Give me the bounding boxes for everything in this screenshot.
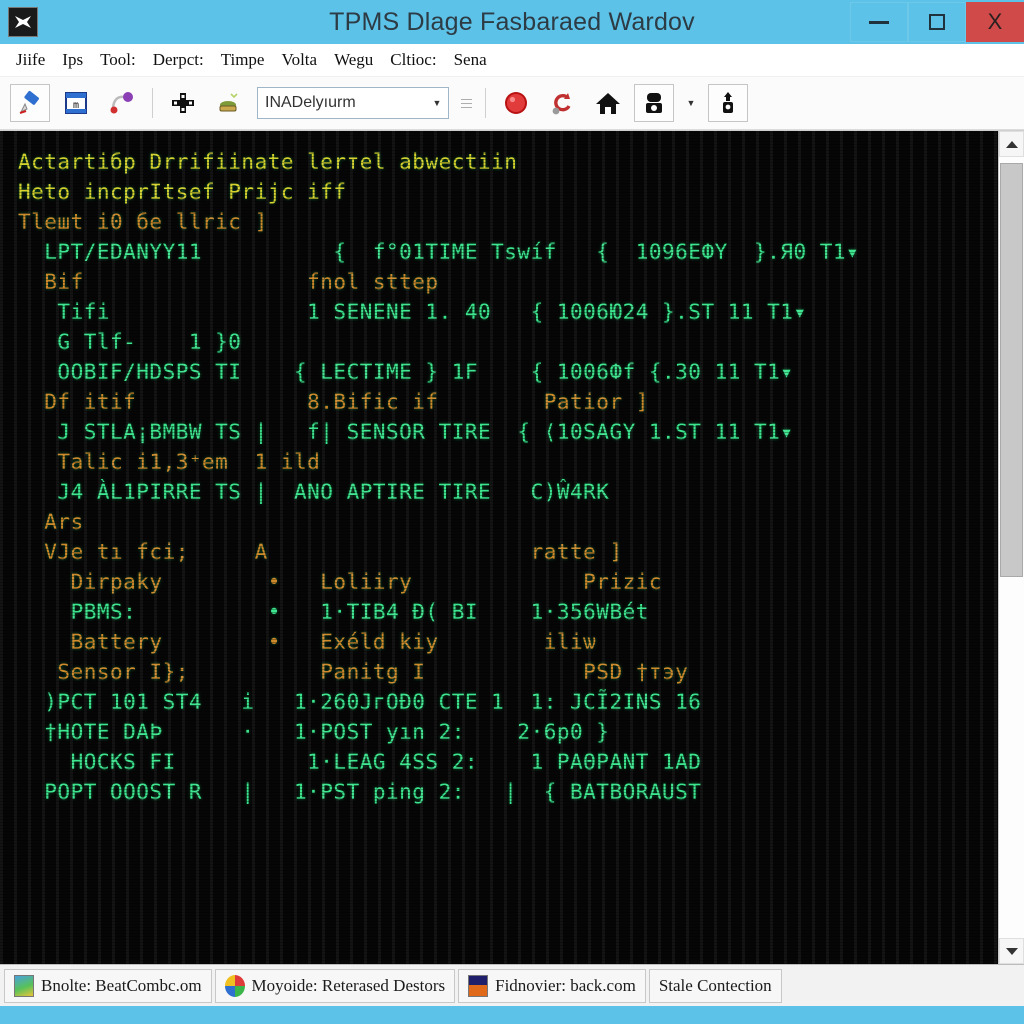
profile-combobox[interactable]: INADelyıurm ▼ bbox=[257, 87, 449, 119]
minimize-button[interactable] bbox=[850, 2, 908, 42]
menu-item-timpe[interactable]: Timpe bbox=[221, 50, 265, 70]
terminal-line: LPT/EDANYY11 { f°01TIME Tswíf { 1096EФY … bbox=[18, 240, 860, 264]
status-bar: Bnolte: BeatCombc.om Moyoide: Reterased … bbox=[0, 964, 1024, 1006]
chevron-up-icon bbox=[1005, 140, 1018, 148]
browser-icon bbox=[224, 974, 245, 997]
menu-bar: Jiife Ips Tool: Derpct: Timpe Volta Wegu… bbox=[0, 44, 1024, 77]
terminal-line: G Tlf- 1 }0 bbox=[18, 330, 242, 354]
menu-item-wegu[interactable]: Wegu bbox=[334, 50, 373, 70]
menu-item-ips[interactable]: Ips bbox=[62, 50, 83, 70]
media-icon bbox=[468, 974, 489, 997]
device-read-button[interactable] bbox=[634, 84, 674, 122]
image-viewer-icon bbox=[14, 974, 34, 997]
terminal-line: Battery • Exéld kiy iliѡ bbox=[18, 630, 597, 654]
scroll-up-button[interactable] bbox=[999, 131, 1024, 157]
terminal-line: J4 ÀL1PIRRE TS | ANO APTIRE TIRE С)Ŵ4RK bbox=[18, 480, 610, 504]
close-icon: X bbox=[987, 9, 1003, 34]
terminal-line: PBMS: • 1·TIB4 Đ( BI 1·356WBét bbox=[18, 600, 649, 624]
terminal-line: OOBIF/HDSPS TI { LECTIME } 1F { 1006Фf {… bbox=[18, 360, 794, 384]
taskbar-item-fidnovier[interactable]: Fidnovier: back.com bbox=[458, 968, 646, 1003]
terminal-line: Tifi 1 SENENE 1. 40 { 1006Ю24 }.ST 11 T1… bbox=[18, 300, 807, 324]
terminal-line: HOCKS FI 1·LEAG 4SS 2: 1 PAΘPANT 1AD bbox=[18, 750, 702, 774]
terminal-line: †HOTE DAÞ · 1·POST yın 2: 2·6р0 } bbox=[18, 720, 610, 744]
window-controls: X bbox=[850, 2, 1024, 42]
table-view-button[interactable]: m bbox=[56, 84, 96, 122]
taskbar-item-label: Moyoide: Reterased Destors bbox=[251, 975, 446, 995]
terminal-line: Dirpaky • Loliiry Prizic bbox=[18, 570, 663, 594]
svg-text:m: m bbox=[73, 100, 79, 111]
menu-item-cltioc[interactable]: Cltioc: bbox=[390, 50, 436, 70]
menu-item-derpct[interactable]: Derpct: bbox=[153, 50, 204, 70]
menu-item-sena[interactable]: Sena bbox=[454, 50, 487, 70]
content-area: Actartiбp Drrifiinate lerтel abwectiin H… bbox=[0, 130, 1024, 964]
scrollbar-track[interactable] bbox=[999, 157, 1024, 938]
spinner-line bbox=[460, 98, 472, 100]
maximize-icon bbox=[929, 14, 945, 30]
menu-item-volta[interactable]: Volta bbox=[281, 50, 317, 70]
taskbar-item-label: Stale Contection bbox=[658, 975, 772, 995]
terminal-output[interactable]: Actartiбp Drrifiinate lerтel abwectiin H… bbox=[0, 131, 998, 964]
application-window: TPMS Dlage Fasbaraed Wardov X Jiife Ips … bbox=[0, 0, 1024, 1024]
terminal-line: Df itif 8.Bific if Patior ] bbox=[18, 390, 649, 414]
record-stop-button[interactable] bbox=[496, 84, 536, 122]
window-footer-strip bbox=[0, 1006, 1024, 1024]
scrollbar-thumb[interactable] bbox=[1000, 163, 1023, 577]
terminal-line: Sensor I}; Panitg I PSD †тэy bbox=[18, 660, 689, 684]
toolbar-separator-2 bbox=[485, 88, 486, 118]
vertical-scrollbar[interactable] bbox=[998, 131, 1024, 964]
minimize-icon bbox=[869, 20, 889, 24]
taskbar-item-stale-contection[interactable]: Stale Contection bbox=[648, 968, 782, 1003]
spinner-line bbox=[460, 102, 472, 104]
terminal-line: J STLA¡BMBW TS | f| SENSOR TIRE { ⟨10ЅAG… bbox=[18, 420, 794, 444]
pen-tool-button[interactable] bbox=[10, 84, 50, 122]
menu-item-jiife[interactable]: Jiife bbox=[16, 50, 45, 70]
terminal-line: Ars bbox=[18, 510, 84, 534]
terminal-line: Heto incprItsеf Prijc iff bbox=[18, 180, 347, 204]
terminal-line: Tleшt i0 бe llric ] bbox=[18, 210, 268, 234]
chevron-down-icon[interactable]: ▼ bbox=[426, 98, 448, 108]
terminal-line: Bif fnol sttep bbox=[18, 270, 439, 294]
taskbar-item-moyoide[interactable]: Moyoide: Reterased Destors bbox=[214, 968, 456, 1003]
scroll-down-button[interactable] bbox=[999, 938, 1024, 964]
maximize-button[interactable] bbox=[908, 2, 966, 42]
taskbar-item-bnolte[interactable]: Bnolte: BeatCombc.om bbox=[4, 968, 212, 1003]
terminal-line: Talic i1,3⁺em 1 ild bbox=[18, 450, 321, 474]
grid-layout-button[interactable] bbox=[163, 84, 203, 122]
terminal-line: VJe tı fci; A ratte ] bbox=[18, 540, 623, 564]
combobox-spinner[interactable] bbox=[457, 98, 475, 108]
toolbar: m INADelyıurm ▼ ▼ bbox=[0, 77, 1024, 130]
close-button[interactable]: X bbox=[966, 2, 1024, 42]
tray-open-button[interactable] bbox=[209, 84, 249, 122]
profile-combobox-value[interactable]: INADelyıurm bbox=[258, 94, 426, 112]
connect-node-button[interactable] bbox=[102, 84, 142, 122]
terminal-line: )PCT 101 ST4 i 1·260JгOĐ0 CTE 1 1: JCĨ2I… bbox=[18, 690, 702, 714]
toolbar-separator-1 bbox=[152, 88, 153, 118]
spinner-line bbox=[460, 106, 472, 108]
sensor-probe-button[interactable] bbox=[708, 84, 748, 122]
device-read-dropdown-icon[interactable]: ▼ bbox=[680, 98, 702, 108]
title-bar: TPMS Dlage Fasbaraed Wardov X bbox=[0, 0, 1024, 44]
app-icon bbox=[8, 7, 38, 37]
refresh-loop-button[interactable] bbox=[542, 84, 582, 122]
terminal-line: POPT OOOST R | 1·PST ping 2: | { BATBORA… bbox=[18, 780, 702, 804]
menu-item-tool[interactable]: Tool: bbox=[100, 50, 136, 70]
taskbar-item-label: Bnolte: BeatCombc.om bbox=[41, 975, 202, 995]
home-button[interactable] bbox=[588, 84, 628, 122]
chevron-down-icon bbox=[1005, 947, 1018, 955]
taskbar-item-label: Fidnovier: back.com bbox=[495, 975, 636, 995]
terminal-line: Actartiбp Drrifiinate lerтel abwectiin bbox=[18, 150, 518, 174]
terminal-lines: Actartiбp Drrifiinate lerтel abwectiin H… bbox=[18, 147, 998, 807]
